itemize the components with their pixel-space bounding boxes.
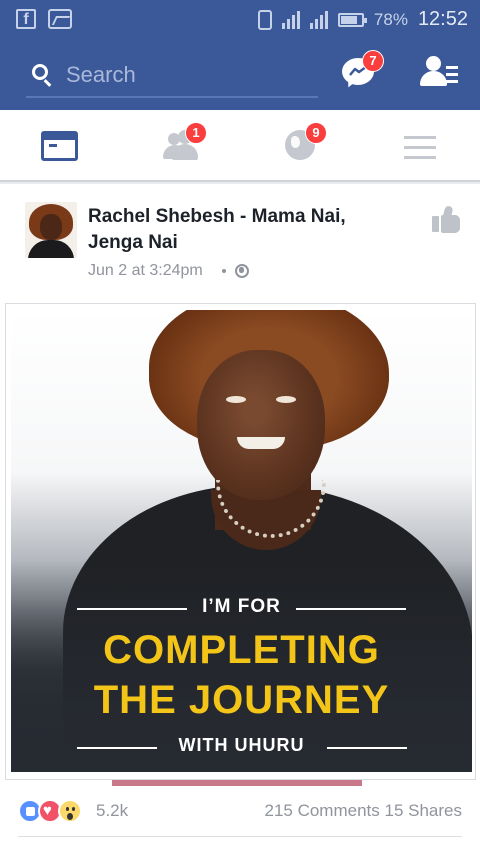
poster-figure-face	[197, 350, 325, 500]
status-bar: f 78% 12:52	[0, 0, 480, 38]
friend-requests-icon[interactable]	[420, 56, 460, 90]
friend-requests-icon-head	[426, 56, 441, 71]
poster-figure-eye	[276, 396, 296, 403]
menu-icon	[404, 136, 436, 139]
clock: 12:52	[417, 8, 468, 30]
notifications-badge: 9	[305, 122, 327, 144]
signal-e-icon	[309, 10, 328, 29]
post-author[interactable]: Rachel Shebesh - Mama Nai, Jenga Nai	[88, 204, 388, 256]
engagement-summary: 215 Comments 15 Shares	[264, 801, 462, 821]
friend-requests-icon-line	[446, 66, 458, 69]
menu-icon-line	[404, 146, 436, 149]
avatar-face	[40, 214, 62, 240]
tab-news-feed[interactable]	[0, 110, 120, 182]
shares-count[interactable]: 15 Shares	[385, 801, 463, 820]
friend-requests-icon-body	[420, 71, 447, 86]
signal-icon	[281, 10, 300, 29]
battery-icon	[337, 12, 367, 27]
reaction-count: 5.2k	[96, 801, 129, 820]
friends-badge: 1	[185, 122, 207, 144]
messenger-badge: 7	[362, 50, 384, 72]
friend-requests-icon-line	[446, 80, 458, 83]
campaign-poster: I’M FOR COMPLETING THE JOURNEY WITH UHUR…	[11, 310, 472, 772]
poster-text-line4: WITH UHURU	[178, 735, 305, 755]
messenger-button[interactable]: 7	[342, 50, 384, 90]
poster-text-line3: THE JOURNEY	[93, 678, 390, 722]
comments-count[interactable]: 215 Comments	[264, 801, 379, 820]
separator-dot	[222, 269, 226, 273]
reactions-summary[interactable]: 5.2k	[18, 799, 148, 825]
vibrate-icon	[257, 9, 272, 30]
poster-text-line1: I’M FOR	[202, 596, 281, 617]
avatar[interactable]	[25, 202, 77, 258]
like-icon[interactable]	[432, 205, 462, 234]
post-timestamp[interactable]: Jun 2 at 3:24pm	[88, 262, 203, 280]
feed-post: Rachel Shebesh - Mama Nai, Jenga Nai Jun…	[0, 184, 480, 854]
poster-figure-eye	[226, 396, 246, 403]
avatar-body	[28, 240, 74, 258]
like-icon-cuff	[432, 216, 439, 232]
search-icon[interactable]	[32, 64, 48, 80]
friend-requests-icon-line	[446, 73, 458, 76]
messenger-icon-tail	[344, 76, 358, 90]
battery-percent: 78%	[373, 9, 408, 29]
menu-icon-line	[404, 156, 436, 159]
post-image[interactable]: I’M FOR COMPLETING THE JOURNEY WITH UHUR…	[5, 303, 476, 780]
search-input[interactable]	[66, 60, 306, 90]
news-feed-icon	[41, 131, 78, 161]
search-bar[interactable]	[26, 52, 318, 98]
wow-reaction-icon	[58, 799, 82, 823]
next-image-peek	[112, 780, 362, 786]
gallery-notification-icon	[48, 9, 72, 29]
divider	[18, 836, 462, 837]
poster-text-line2: COMPLETING	[103, 628, 380, 672]
poster-figure-smile	[237, 437, 285, 449]
globe-icon	[235, 264, 249, 278]
top-header: 7	[0, 38, 480, 110]
facebook-notification-icon: f	[16, 9, 36, 29]
